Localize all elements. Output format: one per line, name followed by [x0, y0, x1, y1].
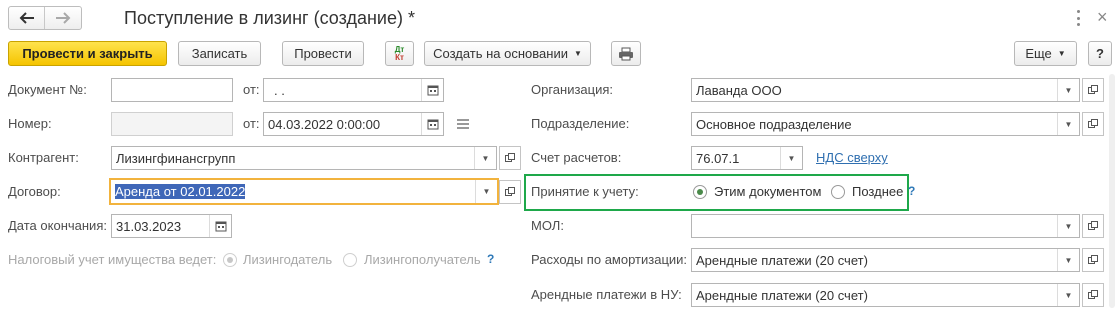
- dt-kt-button[interactable]: Дт Кт: [385, 41, 414, 66]
- end-date-label: Дата окончания:: [8, 218, 107, 233]
- calendar-icon[interactable]: [421, 79, 443, 101]
- open-dept-button[interactable]: [1082, 112, 1104, 136]
- open-icon: [1088, 221, 1098, 230]
- help-button[interactable]: ?: [1088, 41, 1112, 66]
- more-button[interactable]: Еще ▼: [1014, 41, 1077, 66]
- save-button[interactable]: Записать: [178, 41, 261, 66]
- dropdown-icon[interactable]: ▼: [1057, 284, 1079, 306]
- amort-input[interactable]: Арендные платежи (20 счет) ▼: [691, 248, 1080, 272]
- account-label: Счет расчетов:: [531, 150, 622, 165]
- window-menu-icon[interactable]: [1075, 10, 1081, 26]
- tax-lessee-label: Лизингополучатель: [364, 252, 481, 267]
- open-contract-button[interactable]: [499, 180, 521, 204]
- date-from-label: от:: [243, 116, 260, 131]
- comment-icon[interactable]: [457, 119, 469, 129]
- dropdown-icon[interactable]: ▼: [1057, 79, 1079, 101]
- contract-label: Договор:: [8, 184, 61, 199]
- post-and-close-button[interactable]: Провести и закрыть: [8, 41, 167, 66]
- tax-lessor-label: Лизингодатель: [243, 252, 333, 267]
- printer-icon: [619, 47, 633, 60]
- doc-date-input[interactable]: . .: [263, 78, 444, 102]
- acceptance-this-doc-label: Этим документом: [714, 184, 822, 199]
- more-label: Еще: [1025, 46, 1052, 61]
- doc-from-label: от:: [243, 82, 260, 97]
- dropdown-icon[interactable]: ▼: [780, 147, 802, 169]
- create-based-on-label: Создать на основании: [433, 46, 568, 61]
- mol-label: МОЛ:: [531, 218, 564, 233]
- scrollbar[interactable]: [1109, 74, 1115, 308]
- acceptance-label: Принятие к учету:: [531, 184, 639, 199]
- open-amort-button[interactable]: [1082, 248, 1104, 272]
- counterparty-input[interactable]: Лизингфинансгрупп ▼: [111, 146, 497, 170]
- mol-input[interactable]: ▼: [691, 214, 1080, 238]
- dept-label: Подразделение:: [531, 116, 630, 131]
- number-input: [111, 112, 233, 136]
- dropdown-icon[interactable]: ▼: [1057, 113, 1079, 135]
- open-icon: [1088, 119, 1098, 128]
- amort-label: Расходы по амортизации:: [531, 252, 688, 267]
- open-icon: [505, 187, 515, 196]
- nu-input[interactable]: Арендные платежи (20 счет) ▼: [691, 283, 1080, 307]
- nu-label: Арендные платежи в НУ:: [531, 287, 682, 302]
- acceptance-this-doc-radio[interactable]: [693, 185, 707, 199]
- open-icon: [1088, 255, 1098, 264]
- tax-help-icon[interactable]: ?: [487, 252, 494, 266]
- vat-link[interactable]: НДС сверху: [816, 150, 888, 165]
- print-button[interactable]: [611, 41, 641, 66]
- acceptance-later-label: Позднее: [852, 184, 904, 199]
- back-arrow-icon[interactable]: [9, 7, 45, 29]
- dropdown-icon[interactable]: ▼: [474, 147, 496, 169]
- doc-no-label: Документ №:: [8, 82, 87, 97]
- close-icon[interactable]: ×: [1097, 8, 1108, 26]
- open-icon: [505, 153, 515, 162]
- forward-arrow-icon[interactable]: [45, 7, 81, 29]
- tax-label: Налоговый учет имущества ведет:: [8, 252, 217, 267]
- create-based-on-button[interactable]: Создать на основании ▼: [424, 41, 591, 66]
- counterparty-label: Контрагент:: [8, 150, 79, 165]
- dropdown-icon[interactable]: ▼: [1057, 249, 1079, 271]
- end-date-input[interactable]: 31.03.2023: [111, 214, 232, 238]
- dt-kt-icon-bottom: Кт: [395, 52, 404, 62]
- open-mol-button[interactable]: [1082, 214, 1104, 238]
- acceptance-help-icon[interactable]: ?: [908, 184, 915, 198]
- dropdown-icon[interactable]: ▼: [475, 180, 497, 203]
- calendar-icon[interactable]: [421, 113, 443, 135]
- contract-value: Аренда от 02.01.2022: [115, 184, 246, 199]
- number-label: Номер:: [8, 116, 52, 131]
- open-icon: [1088, 85, 1098, 94]
- calendar-icon[interactable]: [209, 215, 231, 237]
- open-icon: [1088, 290, 1098, 299]
- account-input[interactable]: 76.07.1 ▼: [691, 146, 803, 170]
- tax-lessee-radio[interactable]: [343, 253, 357, 267]
- window-title: Поступление в лизинг (создание) *: [124, 8, 415, 28]
- date-input[interactable]: 04.03.2022 0:00:00: [263, 112, 444, 136]
- chevron-down-icon: ▼: [573, 49, 582, 58]
- open-nu-button[interactable]: [1082, 283, 1104, 307]
- open-counterparty-button[interactable]: [499, 146, 521, 170]
- chevron-down-icon: ▼: [1057, 49, 1066, 58]
- acceptance-later-radio[interactable]: [831, 185, 845, 199]
- doc-no-input[interactable]: [111, 78, 233, 102]
- nav-buttons: [8, 6, 82, 30]
- org-label: Организация:: [531, 82, 614, 97]
- post-button[interactable]: Провести: [282, 41, 364, 66]
- dept-input[interactable]: Основное подразделение ▼: [691, 112, 1080, 136]
- dropdown-icon[interactable]: ▼: [1057, 215, 1079, 237]
- tax-lessor-radio[interactable]: [223, 253, 237, 267]
- contract-input[interactable]: Аренда от 02.01.2022 ▼: [109, 178, 499, 205]
- open-org-button[interactable]: [1082, 78, 1104, 102]
- org-input[interactable]: Лаванда ООО ▼: [691, 78, 1080, 102]
